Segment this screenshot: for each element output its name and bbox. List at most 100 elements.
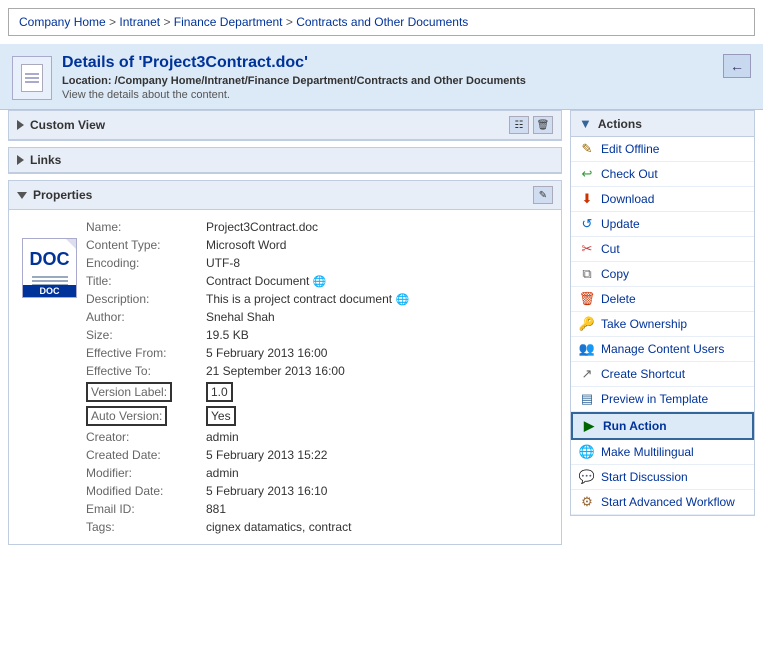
prop-row-creator: Creator: admin xyxy=(82,428,553,446)
links-section: Links xyxy=(8,147,562,174)
label-size: Size: xyxy=(82,326,202,344)
doc-line-1 xyxy=(25,73,39,75)
properties-section-icons: ✎ xyxy=(533,186,553,204)
thumb-line-2 xyxy=(32,280,68,282)
value-effective-from: 5 February 2013 16:00 xyxy=(202,344,553,362)
doc-thumbnail: DOC DOC xyxy=(22,238,77,298)
delete-view-icon[interactable]: 🗑 xyxy=(533,116,553,134)
actions-header: ▼ Actions xyxy=(570,110,755,136)
action-item-edit-offline[interactable]: ✎Edit Offline xyxy=(571,137,754,162)
breadcrumb: Company Home > Intranet > Finance Depart… xyxy=(8,8,755,36)
action-label-update: Update xyxy=(601,217,640,231)
action-item-update[interactable]: ↺Update xyxy=(571,212,754,237)
properties-expand-icon xyxy=(17,192,27,199)
version-box-label: Version Label: xyxy=(86,382,172,402)
edit-properties-icon[interactable]: ✎ xyxy=(533,186,553,204)
value-title: Contract Document 🌐 xyxy=(202,272,553,290)
doc-line-3 xyxy=(25,81,39,83)
prop-row-author: Author: Snehal Shah xyxy=(82,308,553,326)
action-item-cut[interactable]: ✂ Cut xyxy=(571,237,754,262)
header-left: Details of 'Project3Contract.doc' Locati… xyxy=(12,54,526,101)
breadcrumb-item-3[interactable]: Contracts and Other Documents xyxy=(296,15,468,29)
value-modified-date: 5 February 2013 16:10 xyxy=(202,482,553,500)
value-version-label: 1.0 xyxy=(202,380,553,404)
value-creator: admin xyxy=(202,428,553,446)
value-author: Snehal Shah xyxy=(202,308,553,326)
scissors-icon: ✂ xyxy=(579,241,595,257)
action-item-start-discussion[interactable]: 💬Start Discussion xyxy=(571,465,754,490)
value-name: Project3Contract.doc xyxy=(202,218,553,236)
action-item-take-ownership[interactable]: 🔑Take Ownership xyxy=(571,312,754,337)
label-auto-version: Auto Version: xyxy=(82,404,202,428)
actions-panel: ▼ Actions ✎Edit Offline↩Check Out⬇Downlo… xyxy=(570,110,755,551)
discussion-icon: 💬 xyxy=(579,469,595,485)
grid-icon[interactable]: ☷ xyxy=(509,116,529,134)
prop-row-name: Name: Project3Contract.doc xyxy=(82,218,553,236)
prop-row-effective-from: Effective From: 5 February 2013 16:00 xyxy=(82,344,553,362)
links-header-left: Links xyxy=(17,153,61,167)
action-label-cut: Cut xyxy=(601,242,620,256)
actions-list: ✎Edit Offline↩Check Out⬇Download↺Update✂… xyxy=(570,136,755,516)
action-item-copy[interactable]: ⧉Copy xyxy=(571,262,754,287)
properties-header[interactable]: Properties ✎ xyxy=(9,181,561,210)
action-label-make-multilingual: Make Multilingual xyxy=(601,445,694,459)
action-item-start-advanced-workflow[interactable]: ⚙ Start Advanced Workflow xyxy=(571,490,754,515)
description-globe-icon: 🌐 xyxy=(395,294,409,306)
workflow-icon: ⚙ xyxy=(579,494,595,510)
value-content-type: Microsoft Word xyxy=(202,236,553,254)
action-label-start-advanced-workflow: Start Advanced Workflow xyxy=(601,495,735,509)
page-title: Details of 'Project3Contract.doc' xyxy=(62,54,526,72)
label-version-label: Version Label: xyxy=(82,380,202,404)
action-item-delete[interactable]: 🗑Delete xyxy=(571,287,754,312)
prop-row-encoding: Encoding: UTF-8 xyxy=(82,254,553,272)
action-item-create-shortcut[interactable]: ↗ Create Shortcut xyxy=(571,362,754,387)
action-label-create-shortcut: Create Shortcut xyxy=(601,367,685,381)
doc-type-label: DOC xyxy=(30,249,70,270)
value-email-id: 881 xyxy=(202,500,553,518)
trash-icon: 🗑 xyxy=(579,291,595,307)
label-creator: Creator: xyxy=(82,428,202,446)
content-area: Custom View ☷ 🗑 Links P xyxy=(8,110,562,551)
action-item-manage-content-users[interactable]: 👥Manage Content Users xyxy=(571,337,754,362)
action-label-manage-content-users: Manage Content Users xyxy=(601,342,724,356)
breadcrumb-item-1[interactable]: Intranet xyxy=(119,15,160,29)
prop-row-effective-to: Effective To: 21 September 2013 16:00 xyxy=(82,362,553,380)
custom-view-header[interactable]: Custom View ☷ 🗑 xyxy=(9,111,561,140)
auto-version-box-value: Yes xyxy=(206,406,236,426)
value-created-date: 5 February 2013 15:22 xyxy=(202,446,553,464)
properties-section: Properties ✎ DOC xyxy=(8,180,562,545)
thumb-line-1 xyxy=(32,276,68,278)
prop-row-created-date: Created Date: 5 February 2013 15:22 xyxy=(82,446,553,464)
download-icon: ⬇ xyxy=(579,191,595,207)
prop-row-description: Description: This is a project contract … xyxy=(82,290,553,308)
file-location: Location: /Company Home/Intranet/Finance… xyxy=(62,75,526,87)
prop-row-title: Title: Contract Document 🌐 xyxy=(82,272,553,290)
label-effective-from: Effective From: xyxy=(82,344,202,362)
main-layout: Custom View ☷ 🗑 Links P xyxy=(0,110,763,559)
doc-lines xyxy=(21,64,43,92)
back-button[interactable]: ← xyxy=(723,54,751,78)
breadcrumb-item-0[interactable]: Company Home xyxy=(19,15,106,29)
action-item-make-multilingual[interactable]: 🌐Make Multilingual xyxy=(571,440,754,465)
checkout-icon: ↩ xyxy=(579,166,595,182)
detail-header: Details of 'Project3Contract.doc' Locati… xyxy=(0,44,763,110)
breadcrumb-item-2[interactable]: Finance Department xyxy=(174,15,283,29)
action-item-download[interactable]: ⬇Download xyxy=(571,187,754,212)
shortcut-icon: ↗ xyxy=(579,366,595,382)
prop-row-auto-version: Auto Version: Yes xyxy=(82,404,553,428)
breadcrumb-sep-1: > xyxy=(163,15,173,29)
value-description: This is a project contract document 🌐 xyxy=(202,290,553,308)
doc-corner-fold xyxy=(66,239,76,249)
custom-view-header-left: Custom View xyxy=(17,118,105,132)
prop-row-email-id: Email ID: 881 xyxy=(82,500,553,518)
document-icon xyxy=(12,56,52,100)
header-text: Details of 'Project3Contract.doc' Locati… xyxy=(62,54,526,101)
value-tags: cignex datamatics, contract xyxy=(202,518,553,536)
preview-icon: ▤ xyxy=(579,391,595,407)
links-header[interactable]: Links xyxy=(9,148,561,173)
action-item-run-action[interactable]: ▶Run Action xyxy=(571,412,754,440)
label-description: Description: xyxy=(82,290,202,308)
action-item-preview-in-template[interactable]: ▤Preview in Template xyxy=(571,387,754,412)
action-item-check-out[interactable]: ↩Check Out xyxy=(571,162,754,187)
version-box-value: 1.0 xyxy=(206,382,233,402)
